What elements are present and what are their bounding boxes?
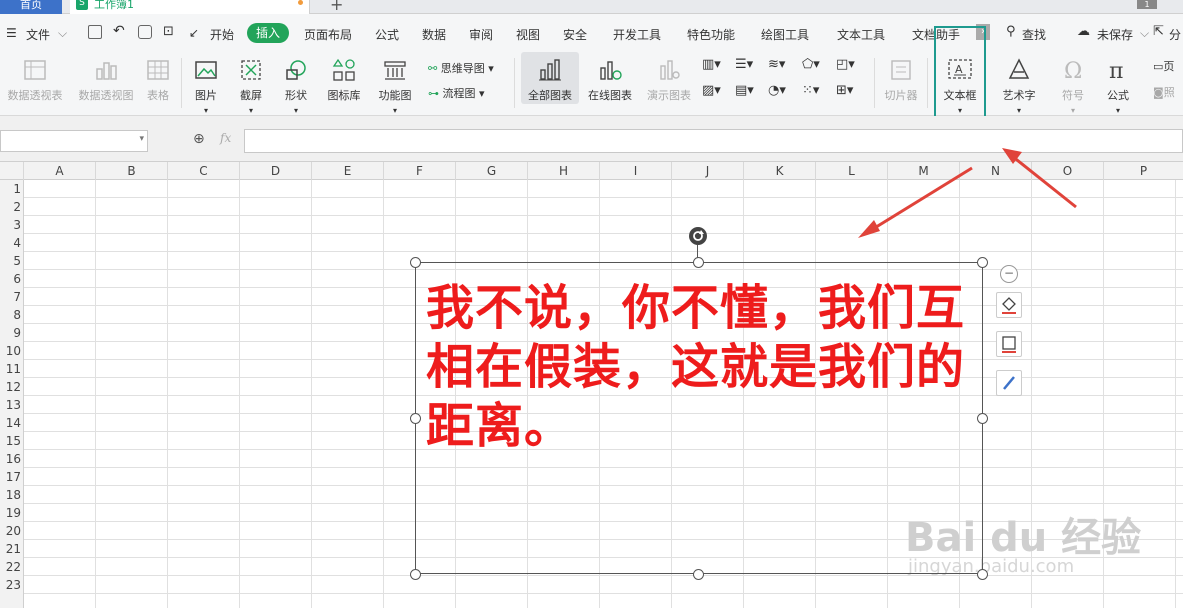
annotation-arrows (858, 148, 1077, 238)
arrow-to-textbox-button (1011, 154, 1077, 209)
arrow-to-textbox (867, 166, 973, 234)
arrow-head (858, 220, 880, 238)
